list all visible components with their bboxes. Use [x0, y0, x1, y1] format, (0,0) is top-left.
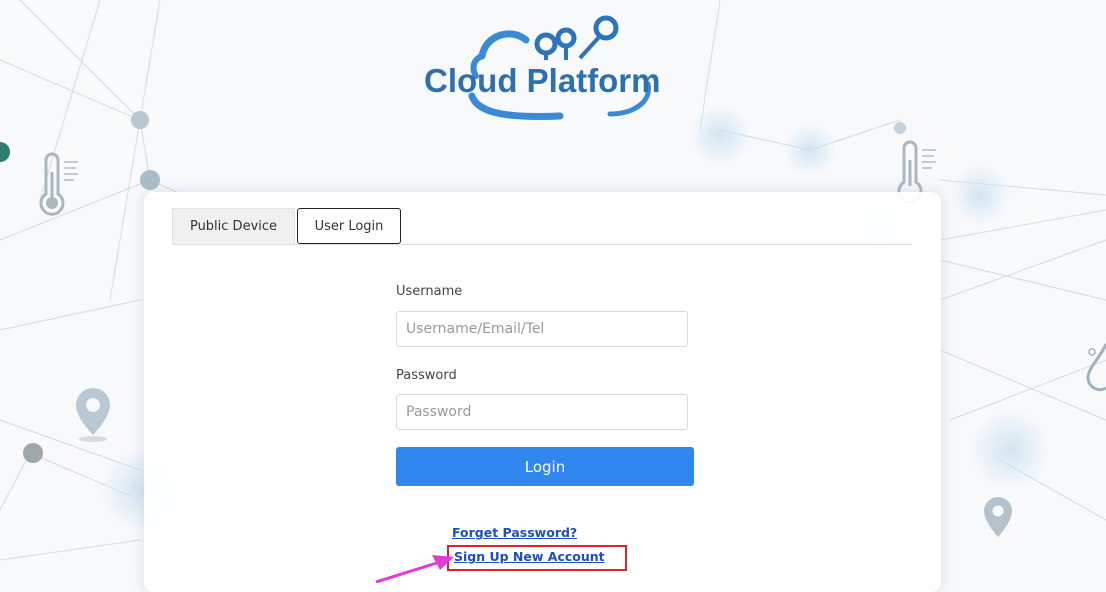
sign-up-link[interactable]: Sign Up New Account: [454, 549, 605, 564]
forget-password-link[interactable]: Forget Password?: [452, 525, 577, 540]
username-label: Username: [396, 284, 463, 299]
username-input[interactable]: [396, 311, 688, 347]
location-pin-icon: [984, 497, 1012, 537]
login-tabs: Public Device User Login: [172, 208, 912, 245]
thermometer-icon: [39, 152, 78, 216]
water-drop-icon: [1086, 343, 1106, 392]
tab-user-login[interactable]: User Login: [297, 208, 401, 244]
location-pin-icon: [76, 388, 110, 442]
login-card: Public Device User Login Username Passwo…: [144, 192, 941, 592]
login-button[interactable]: Login: [396, 447, 694, 486]
tab-public-device[interactable]: Public Device: [172, 208, 295, 244]
cloud-platform-logo: Cloud Platform: [420, 14, 680, 124]
password-input[interactable]: [396, 394, 688, 430]
password-label: Password: [396, 368, 457, 383]
logo-text: Cloud Platform: [424, 62, 661, 99]
